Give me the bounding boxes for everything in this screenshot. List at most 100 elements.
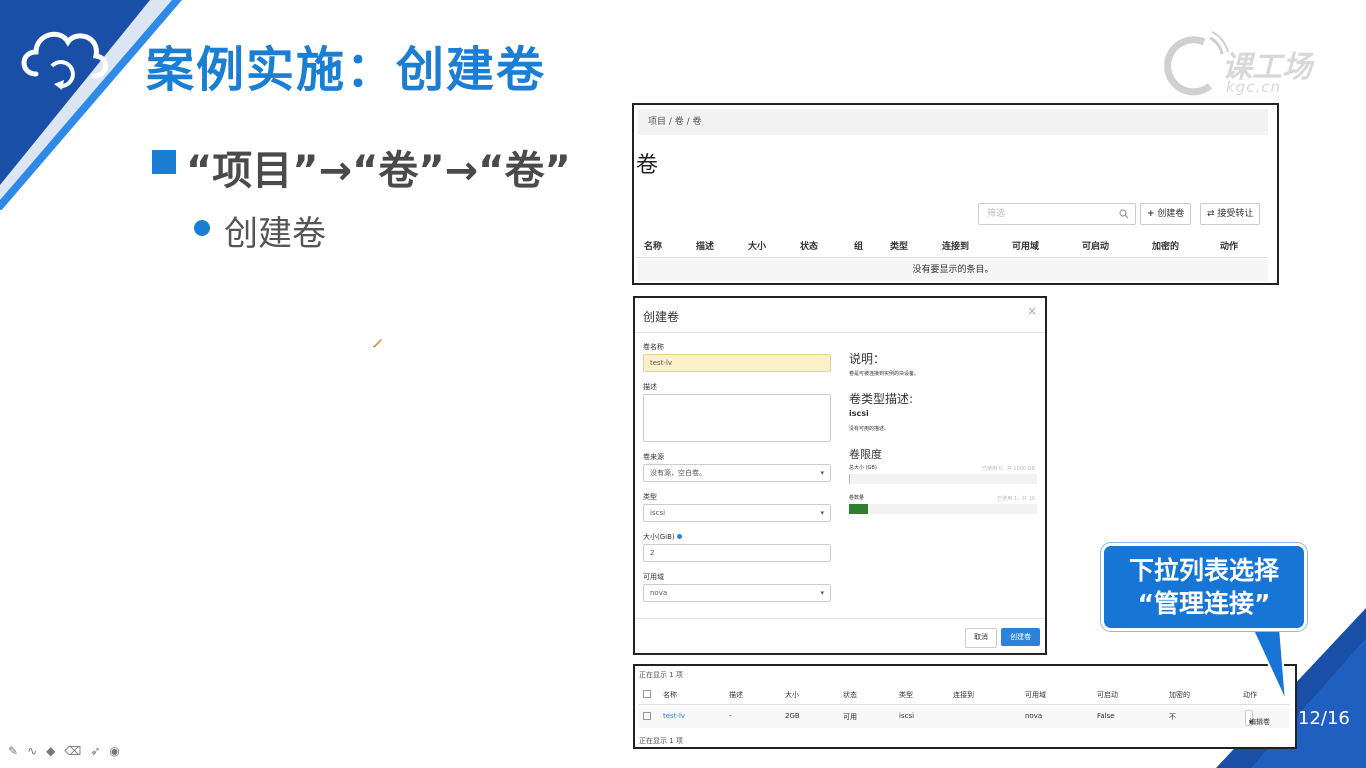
col-header[interactable]: 名称 bbox=[644, 239, 662, 252]
source-label: 卷来源 bbox=[643, 453, 664, 461]
total-size-bar bbox=[849, 474, 1037, 484]
volume-source-select[interactable]: 没有源，空白卷。 ▾ bbox=[643, 464, 831, 482]
row-action-dropdown[interactable]: 编辑卷 ▾ bbox=[1245, 710, 1270, 729]
cell-size: 2GB bbox=[785, 712, 800, 720]
az-value: nova bbox=[650, 589, 668, 597]
caret-down-icon[interactable]: ▾ bbox=[1249, 715, 1253, 729]
col-header[interactable]: 大小 bbox=[785, 690, 799, 700]
callout-line1: 下拉列表选择 bbox=[1128, 556, 1279, 585]
item-count-caption: 正在显示 1 项 bbox=[639, 671, 683, 679]
type-name: iscsi bbox=[849, 409, 869, 418]
callout-line2: “管理连接” bbox=[1137, 589, 1271, 618]
col-header[interactable]: 组 bbox=[854, 239, 863, 252]
cell-type: iscsi bbox=[899, 712, 915, 720]
presenter-toolbar: ✎ ∿ ◆ ⌫ ➶ ◉ bbox=[8, 744, 120, 758]
volume-size-input[interactable]: 2 bbox=[643, 544, 831, 562]
col-header[interactable]: 状态 bbox=[843, 690, 857, 700]
dialog-title: 创建卷 bbox=[643, 310, 680, 324]
pointer-icon[interactable]: ➶ bbox=[90, 744, 100, 758]
cell-desc: - bbox=[729, 712, 732, 720]
slide-title: 案例实施：创建卷 bbox=[146, 42, 547, 98]
cancel-button[interactable]: 取消 bbox=[965, 628, 997, 648]
result-table-header: 名称 描述 大小 状态 类型 连接到 可用域 可启动 加密的 动作 bbox=[639, 686, 1289, 705]
limits-heading: 卷限度 bbox=[849, 448, 882, 461]
availability-zone-select[interactable]: nova ▾ bbox=[643, 584, 831, 602]
col-header[interactable]: 状态 bbox=[800, 239, 818, 252]
col-header[interactable]: 连接到 bbox=[942, 239, 969, 252]
col-header[interactable]: 可用域 bbox=[1025, 690, 1046, 700]
pen-tool-icon[interactable]: ✎ bbox=[8, 744, 18, 758]
cell-az: nova bbox=[1025, 712, 1043, 720]
cloud-sync-icon bbox=[21, 31, 108, 90]
cell-status: 可用 bbox=[843, 713, 857, 721]
col-header[interactable]: 描述 bbox=[696, 239, 714, 252]
size-label: 大小(GiB) bbox=[643, 532, 682, 542]
page-number: 12/16 bbox=[1298, 708, 1350, 729]
caret-down-icon: ▾ bbox=[820, 589, 824, 597]
create-volume-label: 创建卷 bbox=[1157, 209, 1185, 219]
total-size-bar-fill bbox=[849, 474, 850, 484]
create-volume-dialog: 创建卷 × 卷名称 test-lv 描述 卷来源 没有源，空白卷。 ▾ 类型 i… bbox=[633, 296, 1047, 655]
select-all-checkbox[interactable] bbox=[643, 690, 651, 700]
description-label: 描述 bbox=[643, 383, 657, 391]
type-desc-heading: 卷类型描述: bbox=[849, 392, 914, 406]
divider bbox=[635, 618, 1045, 619]
volume-name-input[interactable]: test-lv bbox=[643, 354, 831, 372]
col-header[interactable]: 可启动 bbox=[1082, 239, 1109, 252]
col-header[interactable]: 加密的 bbox=[1169, 690, 1190, 700]
item-count-caption: 正在显示 1 项 bbox=[639, 737, 683, 745]
settings-icon[interactable]: ◉ bbox=[109, 744, 119, 758]
empty-message: 没有要显示的条目。 bbox=[638, 259, 1268, 281]
volume-type-select[interactable]: iscsi ▾ bbox=[643, 504, 831, 522]
transfer-icon: ⇄ bbox=[1207, 209, 1215, 219]
bullet-square-icon bbox=[152, 150, 176, 174]
volume-name-link[interactable]: test-lv bbox=[663, 712, 685, 720]
type-desc: 没有可用的描述。 bbox=[849, 426, 890, 432]
highlighter-icon[interactable]: ◆ bbox=[46, 744, 55, 758]
total-size-meta: 已使用 0，共 1000 GB bbox=[982, 466, 1035, 472]
bullet-sub: 创建卷 bbox=[224, 214, 326, 254]
filter-placeholder: 筛选 bbox=[987, 209, 1006, 219]
create-volume-submit-button[interactable]: 创建卷 bbox=[1001, 628, 1040, 646]
bullet-dot-icon bbox=[194, 220, 210, 236]
col-header[interactable]: 类型 bbox=[890, 239, 908, 252]
accept-transfer-label: 接受转让 bbox=[1217, 209, 1254, 219]
col-header[interactable]: 大小 bbox=[748, 239, 766, 252]
create-volume-button[interactable]: + 创建卷 bbox=[1140, 203, 1192, 225]
filter-input[interactable]: 筛选 bbox=[978, 203, 1136, 225]
col-header[interactable]: 名称 bbox=[663, 690, 677, 700]
pen-cursor-icon bbox=[373, 339, 382, 347]
volume-type-value: iscsi bbox=[650, 509, 666, 517]
description-textarea[interactable] bbox=[643, 394, 831, 442]
row-checkbox[interactable] bbox=[643, 712, 651, 722]
volume-count-bar bbox=[849, 504, 1037, 514]
col-header[interactable]: 可用域 bbox=[1012, 239, 1039, 252]
eraser-icon[interactable]: ⌫ bbox=[64, 744, 81, 758]
logo-subtext: kgc.cn bbox=[1226, 78, 1281, 96]
close-icon[interactable]: × bbox=[1027, 304, 1037, 318]
col-header[interactable]: 描述 bbox=[729, 690, 743, 700]
col-header[interactable]: 连接到 bbox=[953, 690, 974, 700]
accept-transfer-button[interactable]: ⇄ 接受转让 bbox=[1200, 203, 1261, 225]
page-heading: 卷 bbox=[636, 153, 659, 178]
size-label-text: 大小(GiB) bbox=[643, 533, 675, 541]
curve-tool-icon[interactable]: ∿ bbox=[27, 744, 37, 758]
callout-bubble: 下拉列表选择 “管理连接” bbox=[1101, 543, 1307, 631]
help-text: 卷是可被连接到实例的块设备。 bbox=[849, 371, 920, 377]
logo-swirl-icon bbox=[1164, 31, 1229, 96]
col-header[interactable]: 类型 bbox=[899, 690, 913, 700]
volume-source-value: 没有源，空白卷。 bbox=[650, 469, 706, 477]
volume-count-bar-fill bbox=[849, 504, 868, 514]
search-icon bbox=[1119, 209, 1129, 219]
col-header[interactable]: 动作 bbox=[1220, 239, 1238, 252]
caret-down-icon: ▾ bbox=[820, 469, 824, 477]
divider bbox=[635, 332, 1045, 333]
volumes-screenshot: 项目 / 卷 / 卷 卷 筛选 + 创建卷 ⇄ 接受转让 名称 描述 大小 状态… bbox=[632, 103, 1279, 285]
volumes-table-header: 名称 描述 大小 状态 组 类型 连接到 可用域 可启动 加密的 动作 bbox=[636, 233, 1268, 258]
bullet-main: “项目”→“卷”→“卷” bbox=[186, 148, 571, 194]
caret-down-icon: ▾ bbox=[820, 509, 824, 517]
kgc-logo: 课工场 kgc.cn bbox=[1160, 28, 1340, 98]
col-header[interactable]: 加密的 bbox=[1152, 239, 1179, 252]
col-header[interactable]: 可启动 bbox=[1097, 690, 1118, 700]
type-label: 类型 bbox=[643, 493, 657, 501]
